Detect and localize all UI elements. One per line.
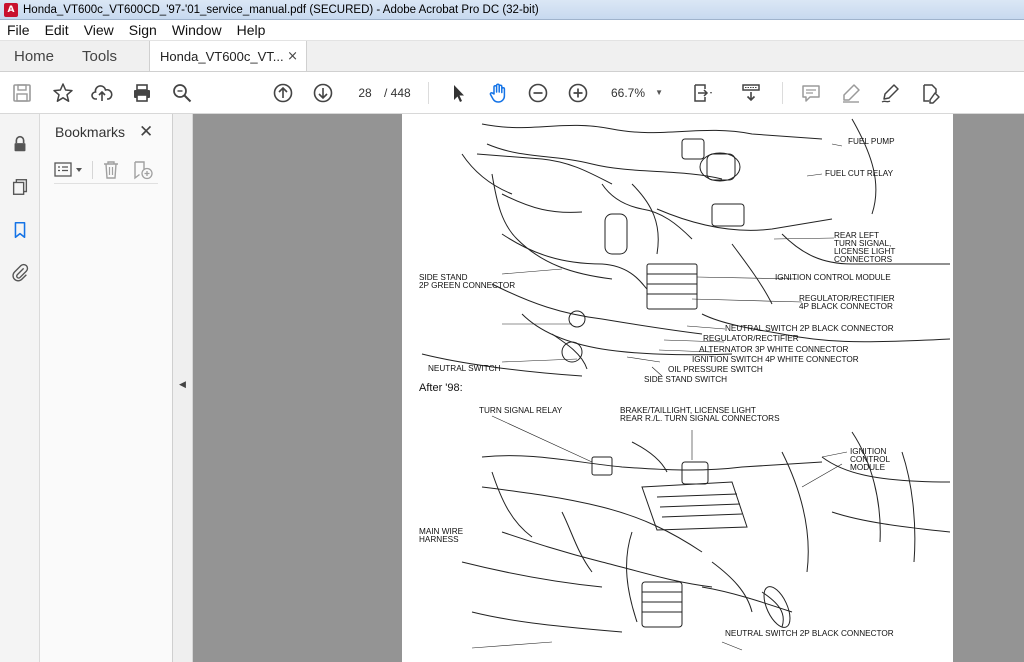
zoom-select[interactable]: 66.7% ▼ — [601, 82, 671, 104]
label-fuel-pump: FUEL PUMP — [848, 137, 895, 146]
bookmarks-panel: Bookmarks ✕ — [40, 114, 173, 662]
label-neutral-switch: NEUTRAL SWITCH — [428, 364, 501, 373]
page-up-icon[interactable] — [271, 81, 295, 105]
menu-edit[interactable]: Edit — [38, 22, 77, 38]
zoom-out-icon[interactable] — [526, 81, 550, 105]
menu-sign[interactable]: Sign — [122, 22, 165, 38]
label-side-stand-2: 2P GREEN CONNECTOR — [419, 281, 516, 290]
page-number-input[interactable]: 28 — [351, 82, 379, 104]
zoom-value: 66.7% — [611, 86, 646, 100]
close-icon[interactable]: ✕ — [139, 122, 153, 142]
label-brake-taillight-2: REAR R./L. TURN SIGNAL CONNECTORS — [620, 414, 780, 423]
fill-sign-icon[interactable] — [918, 81, 942, 105]
menu-file[interactable]: File — [0, 22, 38, 38]
highlight-icon[interactable] — [839, 81, 863, 105]
chevron-down-icon: ▼ — [655, 88, 663, 97]
label-neutral-switch-2p: NEUTRAL SWITCH 2P BLACK CONNECTOR — [725, 324, 894, 333]
select-cursor-icon[interactable] — [446, 81, 470, 105]
bookmark-icon[interactable] — [8, 218, 32, 242]
label-regulator-4p-2: 4P BLACK CONNECTOR — [799, 302, 893, 311]
window-titlebar: A Honda_VT600c_VT600CD_'97-'01_service_m… — [0, 0, 1024, 20]
tab-document-label: Honda_VT600c_VT... — [160, 48, 284, 64]
acrobat-app-icon: A — [4, 2, 18, 17]
menu-help[interactable]: Help — [230, 22, 274, 38]
page-total: / 448 — [384, 86, 411, 100]
toolbar-divider — [782, 82, 783, 104]
pdf-page: FUEL PUMP FUEL CUT RELAY REAR LEFT TURN … — [402, 114, 953, 662]
document-viewer[interactable]: FUEL PUMP FUEL CUT RELAY REAR LEFT TURN … — [193, 114, 1024, 662]
tab-home[interactable]: Home — [0, 41, 68, 71]
main-toolbar: 28 / 448 66.7% ▼ — [0, 72, 1024, 114]
label-ignition-3: MODULE — [850, 463, 886, 472]
menu-view[interactable]: View — [77, 22, 122, 38]
save-icon[interactable] — [10, 81, 34, 105]
bookmark-options-icon[interactable] — [54, 161, 86, 183]
tab-document[interactable]: Honda_VT600c_VT... × — [149, 41, 308, 71]
section-heading-after-98: After '98: — [419, 382, 463, 394]
trash-icon[interactable] — [102, 160, 120, 184]
comment-icon[interactable] — [799, 81, 823, 105]
label-main-wire-2: HARNESS — [419, 535, 459, 544]
window-title: Honda_VT600c_VT600CD_'97-'01_service_man… — [23, 3, 539, 16]
label-ignition-switch-4p: IGNITION SWITCH 4P WHITE CONNECTOR — [692, 355, 859, 364]
search-icon[interactable] — [170, 81, 194, 105]
scroll-mode-icon[interactable] — [739, 81, 763, 105]
star-icon[interactable] — [51, 81, 75, 105]
label-turn-signal-relay: TURN SIGNAL RELAY — [479, 406, 563, 415]
menu-window[interactable]: Window — [165, 22, 230, 38]
attachment-icon[interactable] — [8, 260, 32, 284]
label-oil-pressure-switch: OIL PRESSURE SWITCH — [668, 365, 763, 374]
zoom-in-icon[interactable] — [566, 81, 590, 105]
label-regulator-rectifier: REGULATOR/RECTIFIER — [703, 334, 799, 343]
panel-collapse-strip[interactable]: ◀ — [173, 114, 193, 662]
hand-icon[interactable] — [486, 81, 510, 105]
tab-bar: Home Tools Honda_VT600c_VT... × — [0, 41, 1024, 72]
toolbar-divider — [428, 82, 429, 104]
toolbar-divider — [92, 161, 93, 179]
tab-tools[interactable]: Tools — [68, 41, 131, 71]
label-alternator-3p: ALTERNATOR 3P WHITE CONNECTOR — [699, 345, 849, 354]
label-fuel-cut-relay: FUEL CUT RELAY — [825, 169, 894, 178]
upload-icon[interactable] — [90, 81, 114, 105]
navigation-rail — [0, 114, 40, 662]
tab-close-icon[interactable]: × — [287, 49, 298, 64]
bookmarks-toolbar — [54, 158, 158, 184]
page-down-icon[interactable] — [311, 81, 335, 105]
bookmarks-title: Bookmarks — [55, 124, 126, 140]
label-ignition-control-module: IGNITION CONTROL MODULE — [775, 273, 891, 282]
label-side-stand-switch: SIDE STAND SWITCH — [644, 375, 728, 384]
label-neutral-switch-2p-lower: NEUTRAL SWITCH 2P BLACK CONNECTOR — [725, 629, 894, 638]
page-thumbnails-icon[interactable] — [8, 175, 32, 199]
collapse-arrow-icon[interactable]: ◀ — [179, 380, 186, 390]
sign-icon[interactable] — [878, 81, 902, 105]
new-bookmark-icon[interactable] — [132, 160, 154, 184]
label-rear-left-4: CONNECTORS — [834, 255, 893, 264]
page-display-icon[interactable] — [690, 81, 714, 105]
lock-icon[interactable] — [8, 132, 32, 156]
print-icon[interactable] — [130, 81, 154, 105]
menu-bar: File Edit View Sign Window Help — [0, 20, 1024, 41]
